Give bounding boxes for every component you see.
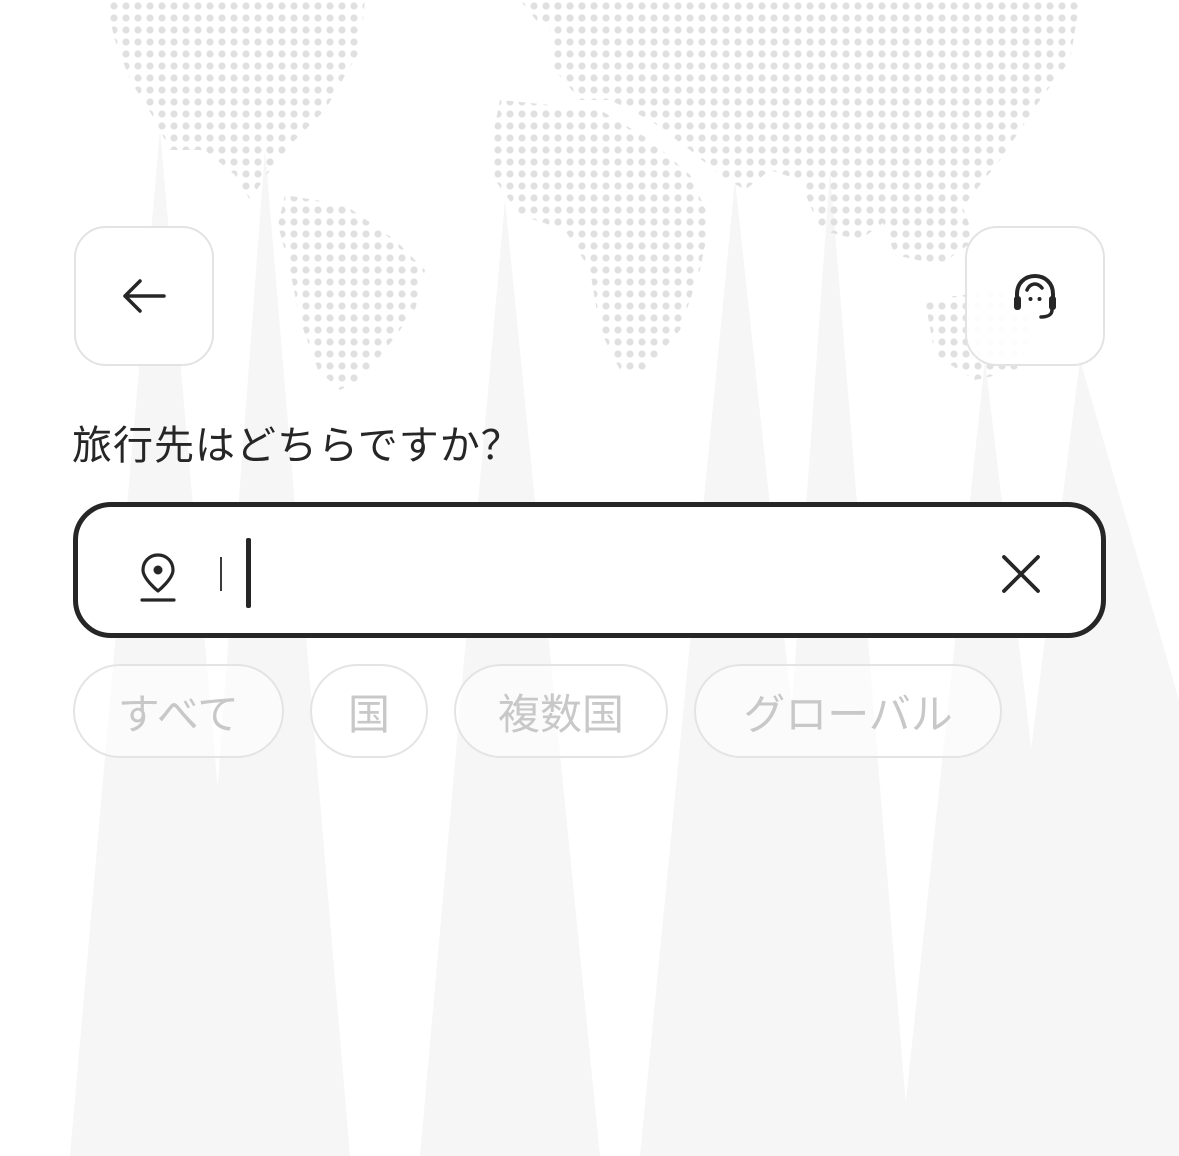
filter-chip-global[interactable]: グローバル bbox=[694, 664, 1002, 758]
support-button[interactable] bbox=[965, 226, 1105, 366]
text-caret bbox=[246, 538, 251, 608]
filter-chip-all[interactable]: すべて bbox=[73, 664, 284, 758]
filter-chip-multi-country[interactable]: 複数国 bbox=[454, 664, 668, 758]
headset-icon bbox=[1014, 273, 1056, 319]
dotted-continents bbox=[105, 0, 1080, 390]
close-icon bbox=[1002, 555, 1040, 593]
back-button[interactable] bbox=[74, 226, 214, 366]
filter-chip-country[interactable]: 国 bbox=[310, 664, 428, 758]
location-pin-icon bbox=[140, 553, 176, 602]
arrow-left-icon bbox=[123, 279, 166, 313]
destination-search-box[interactable] bbox=[73, 502, 1106, 638]
destination-search-input[interactable] bbox=[215, 537, 975, 603]
clear-search-button[interactable] bbox=[998, 551, 1044, 597]
page-question: 旅行先はどちらですか？ bbox=[72, 423, 522, 469]
